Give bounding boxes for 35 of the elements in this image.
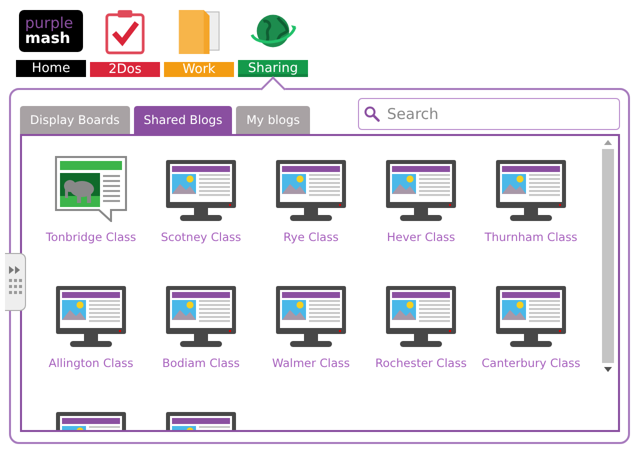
nav-tab[interactable]: Home (16, 60, 86, 77)
tab[interactable]: Shared Blogs (134, 106, 232, 134)
blog-link[interactable]: Canterbury Class (481, 356, 581, 370)
scroll-up-arrow-icon[interactable] (604, 140, 612, 145)
display-board-icon (55, 156, 127, 222)
blog-link[interactable]: Scotney Class (151, 230, 251, 244)
nav-tab[interactable]: 2Dos (90, 62, 160, 77)
clipboard-check-icon (105, 8, 145, 56)
blog-link[interactable]: Allington Class (41, 356, 141, 370)
monitor-icon (166, 286, 236, 348)
monitor-icon (386, 160, 456, 222)
folder-icon (177, 8, 221, 56)
monitor-icon (386, 286, 456, 348)
blog-link[interactable]: Rye Class (261, 230, 361, 244)
nav-tab[interactable]: Sharing (238, 60, 308, 77)
blog-link[interactable]: Thurnham Class (481, 230, 581, 244)
nav-tab[interactable]: Work (164, 62, 234, 77)
monitor-icon (276, 286, 346, 348)
drawer-handle[interactable] (5, 253, 26, 311)
scroll-down-arrow-icon[interactable] (604, 367, 612, 372)
blog-link[interactable]: Bodiam Class (151, 356, 251, 370)
logo-text: mash (25, 30, 70, 46)
blog-link[interactable]: Rochester Class (371, 356, 471, 370)
tab[interactable]: My blogs (236, 106, 310, 134)
monitor-icon (276, 160, 346, 222)
monitor-icon (166, 160, 236, 222)
blog-link[interactable]: Tonbridge Class (41, 230, 141, 244)
tab[interactable]: Display Boards (20, 106, 130, 134)
monitor-icon (496, 286, 566, 348)
blog-link[interactable]: Walmer Class (261, 356, 361, 370)
monitor-icon (496, 160, 566, 222)
monitor-icon (56, 286, 126, 348)
logo-text: purple (25, 16, 74, 31)
search-field[interactable]: Search (358, 98, 620, 130)
blog-link[interactable]: Hever Class (371, 230, 471, 244)
